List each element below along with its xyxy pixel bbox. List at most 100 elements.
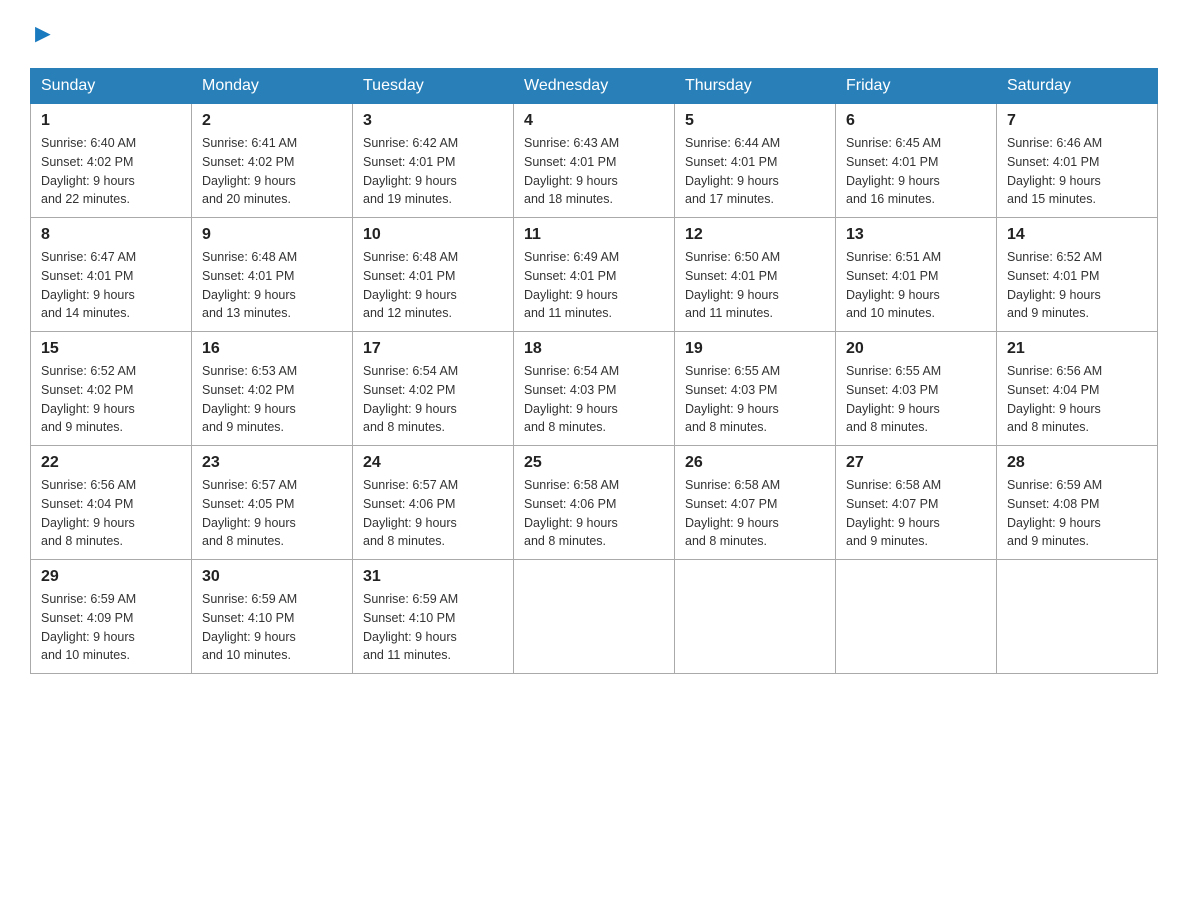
day-number: 9: [202, 226, 342, 244]
calendar-cell: [836, 560, 997, 674]
day-info: Sunrise: 6:48 AMSunset: 4:01 PMDaylight:…: [363, 248, 503, 323]
day-number: 2: [202, 112, 342, 130]
day-info: Sunrise: 6:40 AMSunset: 4:02 PMDaylight:…: [41, 134, 181, 209]
calendar-week-row: 29Sunrise: 6:59 AMSunset: 4:09 PMDayligh…: [31, 560, 1158, 674]
logo-blue-arrow: ►: [30, 18, 56, 48]
calendar-cell: 12Sunrise: 6:50 AMSunset: 4:01 PMDayligh…: [675, 218, 836, 332]
day-info: Sunrise: 6:46 AMSunset: 4:01 PMDaylight:…: [1007, 134, 1147, 209]
day-number: 25: [524, 454, 664, 472]
calendar-cell: 3 Sunrise: 6:42 AMSunset: 4:01 PMDaylight…: [353, 104, 514, 218]
day-number: 17: [363, 340, 503, 358]
calendar-cell: 6 Sunrise: 6:45 AMSunset: 4:01 PMDaylight…: [836, 104, 997, 218]
day-info: Sunrise: 6:58 AMSunset: 4:07 PMDaylight:…: [846, 476, 986, 551]
day-number: 26: [685, 454, 825, 472]
day-info: Sunrise: 6:56 AMSunset: 4:04 PMDaylight:…: [41, 476, 181, 551]
day-number: 19: [685, 340, 825, 358]
day-number: 8: [41, 226, 181, 244]
calendar-cell: 17 Sunrise: 6:54 AMSunset: 4:02 PMDayligh…: [353, 332, 514, 446]
calendar-cell: 5 Sunrise: 6:44 AMSunset: 4:01 PMDaylight…: [675, 104, 836, 218]
day-number: 11: [524, 226, 664, 244]
calendar-cell: [514, 560, 675, 674]
day-number: 5: [685, 112, 825, 130]
day-number: 10: [363, 226, 503, 244]
calendar-cell: 2 Sunrise: 6:41 AMSunset: 4:02 PMDaylight…: [192, 104, 353, 218]
day-header-monday: Monday: [192, 69, 353, 104]
calendar-cell: 4Sunrise: 6:43 AMSunset: 4:01 PMDaylight…: [514, 104, 675, 218]
day-info: Sunrise: 6:51 AMSunset: 4:01 PMDaylight:…: [846, 248, 986, 323]
day-info: Sunrise: 6:49 AMSunset: 4:01 PMDaylight:…: [524, 248, 664, 323]
day-number: 24: [363, 454, 503, 472]
day-number: 23: [202, 454, 342, 472]
day-info: Sunrise: 6:44 AMSunset: 4:01 PMDaylight:…: [685, 134, 825, 209]
day-info: Sunrise: 6:50 AMSunset: 4:01 PMDaylight:…: [685, 248, 825, 323]
calendar-cell: 21 Sunrise: 6:56 AMSunset: 4:04 PMDayligh…: [997, 332, 1158, 446]
day-info: Sunrise: 6:58 AMSunset: 4:07 PMDaylight:…: [685, 476, 825, 551]
day-header-friday: Friday: [836, 69, 997, 104]
day-info: Sunrise: 6:45 AMSunset: 4:01 PMDaylight:…: [846, 134, 986, 209]
day-number: 22: [41, 454, 181, 472]
calendar-cell: 11 Sunrise: 6:49 AMSunset: 4:01 PMDayligh…: [514, 218, 675, 332]
calendar-cell: 22 Sunrise: 6:56 AMSunset: 4:04 PMDayligh…: [31, 446, 192, 560]
calendar-cell: 9 Sunrise: 6:48 AMSunset: 4:01 PMDaylight…: [192, 218, 353, 332]
day-info: Sunrise: 6:41 AMSunset: 4:02 PMDaylight:…: [202, 134, 342, 209]
day-info: Sunrise: 6:59 AMSunset: 4:09 PMDaylight:…: [41, 590, 181, 665]
day-info: Sunrise: 6:48 AMSunset: 4:01 PMDaylight:…: [202, 248, 342, 323]
day-info: Sunrise: 6:52 AMSunset: 4:01 PMDaylight:…: [1007, 248, 1147, 323]
day-header-tuesday: Tuesday: [353, 69, 514, 104]
day-number: 27: [846, 454, 986, 472]
calendar-cell: 14Sunrise: 6:52 AMSunset: 4:01 PMDayligh…: [997, 218, 1158, 332]
day-info: Sunrise: 6:47 AMSunset: 4:01 PMDaylight:…: [41, 248, 181, 323]
calendar-week-row: 22 Sunrise: 6:56 AMSunset: 4:04 PMDayligh…: [31, 446, 1158, 560]
calendar-cell: 16 Sunrise: 6:53 AMSunset: 4:02 PMDayligh…: [192, 332, 353, 446]
calendar-cell: 15Sunrise: 6:52 AMSunset: 4:02 PMDayligh…: [31, 332, 192, 446]
calendar-cell: [675, 560, 836, 674]
day-info: Sunrise: 6:57 AMSunset: 4:05 PMDaylight:…: [202, 476, 342, 551]
day-info: Sunrise: 6:54 AMSunset: 4:02 PMDaylight:…: [363, 362, 503, 437]
calendar-cell: 23 Sunrise: 6:57 AMSunset: 4:05 PMDayligh…: [192, 446, 353, 560]
day-number: 28: [1007, 454, 1147, 472]
day-number: 18: [524, 340, 664, 358]
day-info: Sunrise: 6:42 AMSunset: 4:01 PMDaylight:…: [363, 134, 503, 209]
day-info: Sunrise: 6:55 AMSunset: 4:03 PMDaylight:…: [846, 362, 986, 437]
day-number: 30: [202, 568, 342, 586]
day-header-thursday: Thursday: [675, 69, 836, 104]
day-number: 16: [202, 340, 342, 358]
calendar-week-row: 1 Sunrise: 6:40 AMSunset: 4:02 PMDaylight…: [31, 104, 1158, 218]
day-number: 20: [846, 340, 986, 358]
day-number: 7: [1007, 112, 1147, 130]
day-info: Sunrise: 6:56 AMSunset: 4:04 PMDaylight:…: [1007, 362, 1147, 437]
calendar-cell: 13 Sunrise: 6:51 AMSunset: 4:01 PMDayligh…: [836, 218, 997, 332]
day-number: 21: [1007, 340, 1147, 358]
calendar-cell: 1 Sunrise: 6:40 AMSunset: 4:02 PMDaylight…: [31, 104, 192, 218]
calendar-cell: 31Sunrise: 6:59 AMSunset: 4:10 PMDayligh…: [353, 560, 514, 674]
day-info: Sunrise: 6:59 AMSunset: 4:08 PMDaylight:…: [1007, 476, 1147, 551]
day-number: 31: [363, 568, 503, 586]
day-header-saturday: Saturday: [997, 69, 1158, 104]
calendar-cell: 29Sunrise: 6:59 AMSunset: 4:09 PMDayligh…: [31, 560, 192, 674]
logo-text: ►: [30, 20, 56, 46]
calendar-cell: 25Sunrise: 6:58 AMSunset: 4:06 PMDayligh…: [514, 446, 675, 560]
day-number: 1: [41, 112, 181, 130]
day-number: 13: [846, 226, 986, 244]
calendar-cell: 20 Sunrise: 6:55 AMSunset: 4:03 PMDayligh…: [836, 332, 997, 446]
calendar-week-row: 8 Sunrise: 6:47 AMSunset: 4:01 PMDaylight…: [31, 218, 1158, 332]
calendar-week-row: 15Sunrise: 6:52 AMSunset: 4:02 PMDayligh…: [31, 332, 1158, 446]
day-header-sunday: Sunday: [31, 69, 192, 104]
day-info: Sunrise: 6:54 AMSunset: 4:03 PMDaylight:…: [524, 362, 664, 437]
calendar-cell: 24 Sunrise: 6:57 AMSunset: 4:06 PMDayligh…: [353, 446, 514, 560]
calendar-table: SundayMondayTuesdayWednesdayThursdayFrid…: [30, 68, 1158, 674]
calendar-cell: 18 Sunrise: 6:54 AMSunset: 4:03 PMDayligh…: [514, 332, 675, 446]
day-number: 6: [846, 112, 986, 130]
day-info: Sunrise: 6:57 AMSunset: 4:06 PMDaylight:…: [363, 476, 503, 551]
day-header-wednesday: Wednesday: [514, 69, 675, 104]
day-number: 3: [363, 112, 503, 130]
calendar-cell: [997, 560, 1158, 674]
logo: ►: [30, 20, 56, 48]
calendar-cell: 19 Sunrise: 6:55 AMSunset: 4:03 PMDayligh…: [675, 332, 836, 446]
day-info: Sunrise: 6:52 AMSunset: 4:02 PMDaylight:…: [41, 362, 181, 437]
day-number: 4: [524, 112, 664, 130]
calendar-cell: 26 Sunrise: 6:58 AMSunset: 4:07 PMDayligh…: [675, 446, 836, 560]
day-info: Sunrise: 6:59 AMSunset: 4:10 PMDaylight:…: [202, 590, 342, 665]
day-info: Sunrise: 6:53 AMSunset: 4:02 PMDaylight:…: [202, 362, 342, 437]
day-info: Sunrise: 6:55 AMSunset: 4:03 PMDaylight:…: [685, 362, 825, 437]
